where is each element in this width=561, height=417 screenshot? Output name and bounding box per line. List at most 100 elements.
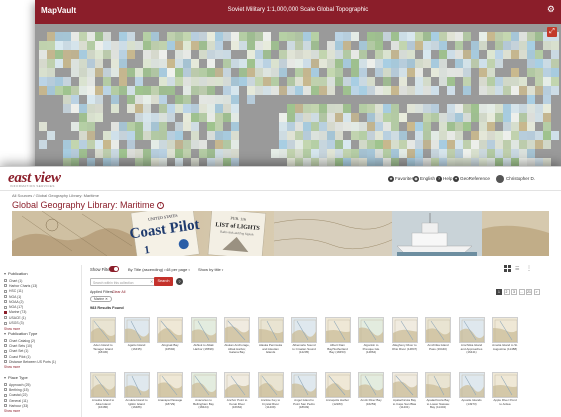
map-coverage-tile[interactable]	[111, 104, 119, 113]
map-coverage-tile[interactable]	[519, 50, 527, 59]
map-coverage-tile[interactable]	[231, 149, 239, 158]
map-coverage-tile[interactable]	[271, 149, 279, 158]
map-coverage-tile[interactable]	[55, 77, 63, 86]
map-coverage-tile[interactable]	[111, 41, 119, 50]
map-coverage-tile[interactable]	[71, 50, 79, 59]
map-coverage-tile[interactable]	[271, 59, 279, 68]
map-coverage-tile[interactable]	[327, 140, 335, 149]
map-coverage-tile[interactable]	[127, 32, 135, 41]
map-coverage-tile[interactable]	[455, 149, 463, 158]
map-coverage-tile[interactable]	[367, 104, 375, 113]
map-coverage-tile[interactable]	[375, 50, 383, 59]
map-coverage-tile[interactable]	[335, 59, 343, 68]
map-coverage-tile[interactable]	[439, 113, 447, 122]
map-coverage-tile[interactable]	[39, 122, 47, 131]
map-coverage-tile[interactable]	[183, 140, 191, 149]
map-coverage-tile[interactable]	[183, 50, 191, 59]
map-coverage-tile[interactable]	[431, 140, 439, 149]
map-coverage-tile[interactable]	[423, 32, 431, 41]
map-coverage-tile[interactable]	[463, 50, 471, 59]
map-coverage-tile[interactable]	[391, 32, 399, 41]
map-coverage-tile[interactable]	[407, 149, 415, 158]
map-coverage-tile[interactable]	[407, 104, 415, 113]
map-coverage-tile[interactable]	[455, 104, 463, 113]
map-coverage-tile[interactable]	[511, 68, 519, 77]
map-coverage-tile[interactable]	[287, 104, 295, 113]
map-coverage-tile[interactable]	[263, 68, 271, 77]
map-coverage-tile[interactable]	[199, 41, 207, 50]
map-coverage-tile[interactable]	[79, 140, 87, 149]
map-coverage-tile[interactable]	[119, 32, 127, 41]
map-coverage-tile[interactable]	[303, 50, 311, 59]
map-coverage-tile[interactable]	[231, 104, 239, 113]
map-coverage-tile[interactable]	[391, 50, 399, 59]
map-coverage-tile[interactable]	[311, 122, 319, 131]
map-coverage-tile[interactable]	[455, 131, 463, 140]
map-coverage-tile[interactable]	[431, 59, 439, 68]
result-title[interactable]: Apalachicola Bay to Cape San Blas (11401…	[392, 398, 418, 410]
map-coverage-tile[interactable]	[367, 113, 375, 122]
georeference-link[interactable]: ✦ GeoReference	[453, 176, 490, 182]
map-coverage-tile[interactable]	[535, 77, 543, 86]
map-coverage-tile[interactable]	[535, 113, 543, 122]
map-coverage-tile[interactable]	[383, 59, 391, 68]
result-title[interactable]: Alaska Peninsula and Aleutian Islands	[258, 343, 284, 355]
map-coverage-tile[interactable]	[175, 122, 183, 131]
map-coverage-tile[interactable]	[439, 59, 447, 68]
map-coverage-tile[interactable]	[543, 113, 551, 122]
map-coverage-tile[interactable]	[87, 77, 95, 86]
map-coverage-tile[interactable]	[167, 77, 175, 86]
map-coverage-tile[interactable]	[79, 59, 87, 68]
map-coverage-tile[interactable]	[415, 32, 423, 41]
map-coverage-tile[interactable]	[183, 59, 191, 68]
map-coverage-tile[interactable]	[247, 59, 255, 68]
map-coverage-tile[interactable]	[519, 131, 527, 140]
map-coverage-tile[interactable]	[159, 50, 167, 59]
map-coverage-tile[interactable]	[79, 50, 87, 59]
map-coverage-tile[interactable]	[295, 32, 303, 41]
map-coverage-tile[interactable]	[151, 50, 159, 59]
language-selector[interactable]: ◉ English	[413, 176, 435, 182]
map-coverage-tile[interactable]	[511, 86, 519, 95]
map-coverage-tile[interactable]	[279, 68, 287, 77]
map-coverage-tile[interactable]	[343, 104, 351, 113]
checkbox[interactable]	[4, 393, 7, 397]
map-coverage-tile[interactable]	[543, 86, 551, 95]
map-coverage-tile[interactable]	[95, 113, 103, 122]
map-coverage-tile[interactable]	[63, 50, 71, 59]
map-coverage-tile[interactable]	[503, 32, 511, 41]
map-coverage-tile[interactable]	[439, 32, 447, 41]
map-coverage-tile[interactable]	[215, 77, 223, 86]
map-coverage-tile[interactable]	[143, 113, 151, 122]
map-coverage-tile[interactable]	[55, 32, 63, 41]
map-coverage-tile[interactable]	[511, 113, 519, 122]
map-coverage-tile[interactable]	[127, 86, 135, 95]
map-coverage-tile[interactable]	[167, 104, 175, 113]
chart-thumbnail[interactable]	[90, 317, 116, 343]
map-coverage-tile[interactable]	[487, 149, 495, 158]
map-coverage-tile[interactable]	[423, 86, 431, 95]
map-coverage-tile[interactable]	[383, 32, 391, 41]
map-coverage-tile[interactable]	[151, 41, 159, 50]
filter-checkbox-item[interactable]: Harbor Charts (13)	[4, 283, 37, 288]
map-coverage-tile[interactable]	[279, 113, 287, 122]
chart-thumbnail[interactable]	[425, 317, 451, 343]
result-title[interactable]: Amukta Island to Igitkin Island (16486)	[124, 398, 150, 410]
map-coverage-tile[interactable]	[503, 149, 511, 158]
map-coverage-tile[interactable]	[527, 32, 535, 41]
map-coverage-tile[interactable]	[367, 131, 375, 140]
map-coverage-tile[interactable]	[79, 41, 87, 50]
map-coverage-tile[interactable]	[551, 41, 559, 50]
map-coverage-tile[interactable]	[519, 86, 527, 95]
checkbox[interactable]	[4, 399, 7, 403]
chart-thumbnail[interactable]	[257, 317, 284, 343]
map-coverage-tile[interactable]	[319, 113, 327, 122]
chart-thumbnail[interactable]	[190, 372, 217, 398]
map-coverage-tile[interactable]	[135, 41, 143, 50]
map-coverage-tile[interactable]	[207, 113, 215, 122]
map-coverage-tile[interactable]	[479, 140, 487, 149]
map-coverage-tile[interactable]	[399, 68, 407, 77]
map-coverage-tile[interactable]	[351, 32, 359, 41]
map-coverage-tile[interactable]	[223, 104, 231, 113]
map-coverage-tile[interactable]	[391, 86, 399, 95]
